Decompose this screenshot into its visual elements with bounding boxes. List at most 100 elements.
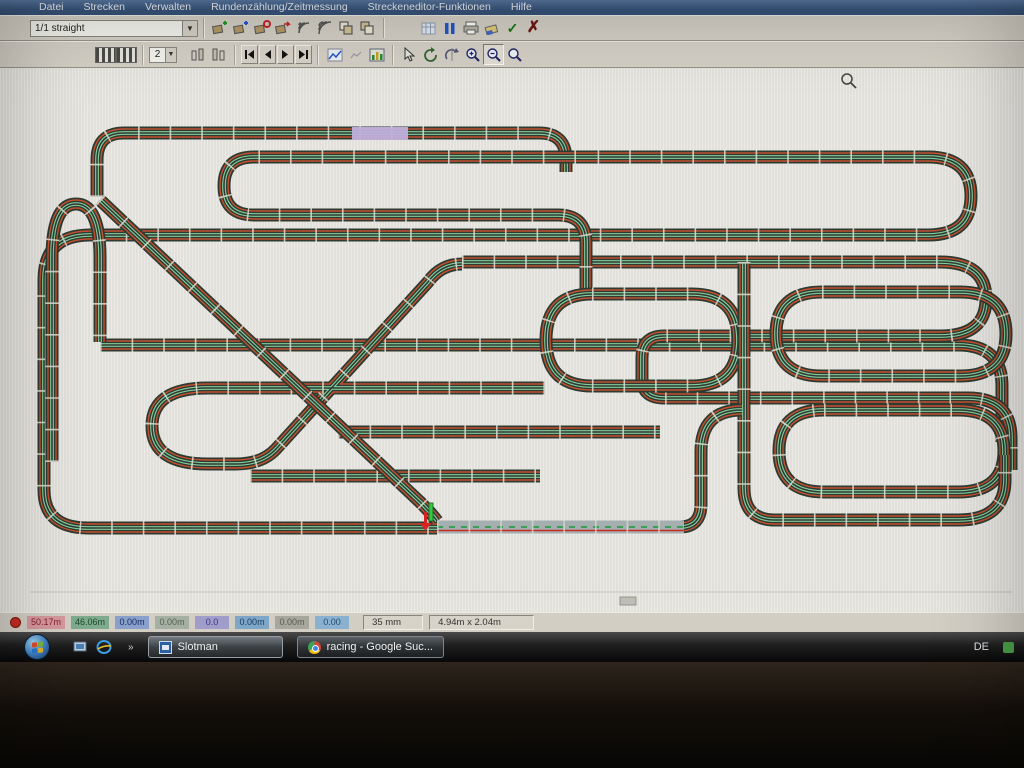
track-pieces — [44, 133, 1011, 528]
zoom-out-button[interactable] — [483, 44, 504, 65]
curve-large-button[interactable] — [315, 18, 336, 39]
nav-last-button[interactable] — [295, 45, 312, 64]
nav-next-button[interactable] — [277, 45, 294, 64]
zoom-in-button[interactable] — [462, 44, 483, 65]
curve-small-button[interactable] — [294, 18, 315, 39]
zoom-mode-icon — [507, 47, 523, 63]
zoom-out-icon — [486, 47, 502, 63]
nav-prev-icon — [263, 50, 272, 59]
nav-first-icon — [244, 50, 255, 59]
scroll-thumb[interactable] — [620, 597, 636, 605]
edit-toolbar: 2 ▼ — [0, 41, 1024, 68]
menu-strecken[interactable]: Strecken — [75, 0, 134, 15]
taskbar-window-label: racing - Google Suc... — [327, 641, 433, 653]
piece-navigation — [241, 45, 312, 64]
menu-bar: Datei Strecken Verwalten Rundenzählung/Z… — [0, 0, 1024, 15]
number-lanes-icon — [212, 48, 226, 62]
select-tool-button[interactable] — [399, 44, 420, 65]
discard-button[interactable]: ✗ — [523, 18, 544, 39]
menu-datei[interactable]: Datei — [30, 0, 73, 15]
two-lane-button[interactable] — [95, 44, 116, 65]
taskbar-window-slotman[interactable]: Slotman — [148, 636, 283, 658]
language-indicator[interactable]: DE — [974, 641, 989, 653]
status-badge: 0.00m — [235, 616, 269, 629]
record-status-icon — [10, 617, 21, 628]
replace-piece-button[interactable] — [273, 18, 294, 39]
lane-count-spinner[interactable]: 2 ▼ — [149, 47, 177, 63]
four-lane-button[interactable] — [116, 44, 137, 65]
highlighted-segment[interactable] — [352, 127, 408, 140]
print-icon — [463, 21, 479, 35]
number-pieces-button[interactable] — [187, 44, 208, 65]
windows-logo-icon — [32, 641, 44, 654]
chart-bars-icon — [369, 48, 385, 62]
photographed-laptop-screen: Datei Strecken Verwalten Rundenzählung/Z… — [0, 0, 1024, 768]
toolbar-separator — [142, 45, 144, 65]
selected-straight-piece[interactable] — [437, 527, 684, 531]
start-button[interactable] — [24, 634, 50, 660]
apply-check-icon: ✓ — [507, 21, 519, 35]
toolbar-separator — [203, 18, 205, 38]
status-bar: 50.17m 46.06m 0.00m 0.00m 0.0 0.00m 0.00… — [0, 612, 1024, 632]
slotman-app-icon — [159, 641, 172, 654]
nav-prev-button[interactable] — [259, 45, 276, 64]
select-cursor-icon — [403, 47, 416, 62]
taskbar: » Slotman racing - Google Suc... DE — [0, 632, 1024, 662]
menu-rundenzaehlung[interactable]: Rundenzählung/Zeitmessung — [202, 0, 357, 15]
add-piece-button[interactable] — [210, 18, 231, 39]
menu-streckeneditor-funktionen[interactable]: Streckeneditor-Funktionen — [359, 0, 500, 15]
main-toolbar: 1/1 straight ▼ ✓ ✗ — [0, 15, 1024, 41]
internet-explorer-icon[interactable] — [96, 639, 112, 655]
show-desktop-icon[interactable] — [72, 639, 88, 655]
chevron-down-icon[interactable]: ▼ — [165, 48, 176, 62]
menu-hilfe[interactable]: Hilfe — [502, 0, 541, 15]
eraser-button[interactable] — [481, 18, 502, 39]
toolbar-separator — [234, 45, 236, 65]
flip-piece-icon — [444, 47, 460, 62]
delete-piece-button[interactable] — [252, 18, 273, 39]
quick-launch: » — [72, 639, 134, 655]
chart-mini-button[interactable] — [345, 44, 366, 65]
tray-app-icon[interactable] — [1003, 642, 1014, 653]
status-badge: 0.00m — [115, 616, 149, 629]
laptop-bezel — [0, 662, 1024, 768]
grid-table-button[interactable] — [418, 18, 439, 39]
chart-bars-button[interactable] — [366, 44, 387, 65]
status-badge: 0.00m — [155, 616, 189, 629]
delete-piece-icon — [254, 20, 271, 37]
nav-first-button[interactable] — [241, 45, 258, 64]
zoom-cursor-icon — [842, 74, 856, 88]
four-lane-icon — [116, 47, 137, 63]
zoom-mode-button[interactable] — [504, 44, 525, 65]
status-badge: 0.00m — [275, 616, 309, 629]
flip-piece-button[interactable] — [441, 44, 462, 65]
copy-piece-button[interactable] — [336, 18, 357, 39]
pause-button[interactable] — [439, 18, 460, 39]
quick-launch-overflow[interactable]: » — [128, 642, 134, 653]
rotate-piece-button[interactable] — [420, 44, 441, 65]
status-badge: 0.0 — [195, 616, 229, 629]
status-badge: 0.00 — [315, 616, 349, 629]
chevron-down-icon[interactable]: ▼ — [182, 21, 197, 36]
track-layout-svg — [0, 68, 1024, 612]
piece-selector-combobox[interactable]: 1/1 straight ▼ — [30, 20, 198, 37]
chart-mini-icon — [350, 50, 362, 60]
taskbar-window-browser[interactable]: racing - Google Suc... — [297, 636, 444, 658]
zoom-in-icon — [465, 47, 481, 63]
chrome-icon — [308, 641, 321, 654]
insert-piece-button[interactable] — [231, 18, 252, 39]
discard-x-icon: ✗ — [527, 20, 540, 36]
paste-piece-button[interactable] — [357, 18, 378, 39]
number-lanes-button[interactable] — [208, 44, 229, 65]
curve-small-icon — [296, 20, 313, 37]
chart-line-button[interactable] — [324, 44, 345, 65]
nav-next-icon — [281, 50, 290, 59]
track-editor-canvas[interactable] — [0, 68, 1024, 612]
print-button[interactable] — [460, 18, 481, 39]
lane-count-value: 2 — [150, 48, 165, 62]
apply-button[interactable]: ✓ — [502, 18, 523, 39]
menu-verwalten[interactable]: Verwalten — [136, 0, 200, 15]
pause-icon — [444, 22, 456, 35]
toolbar-separator — [317, 45, 319, 65]
system-tray: DE — [974, 641, 1016, 653]
